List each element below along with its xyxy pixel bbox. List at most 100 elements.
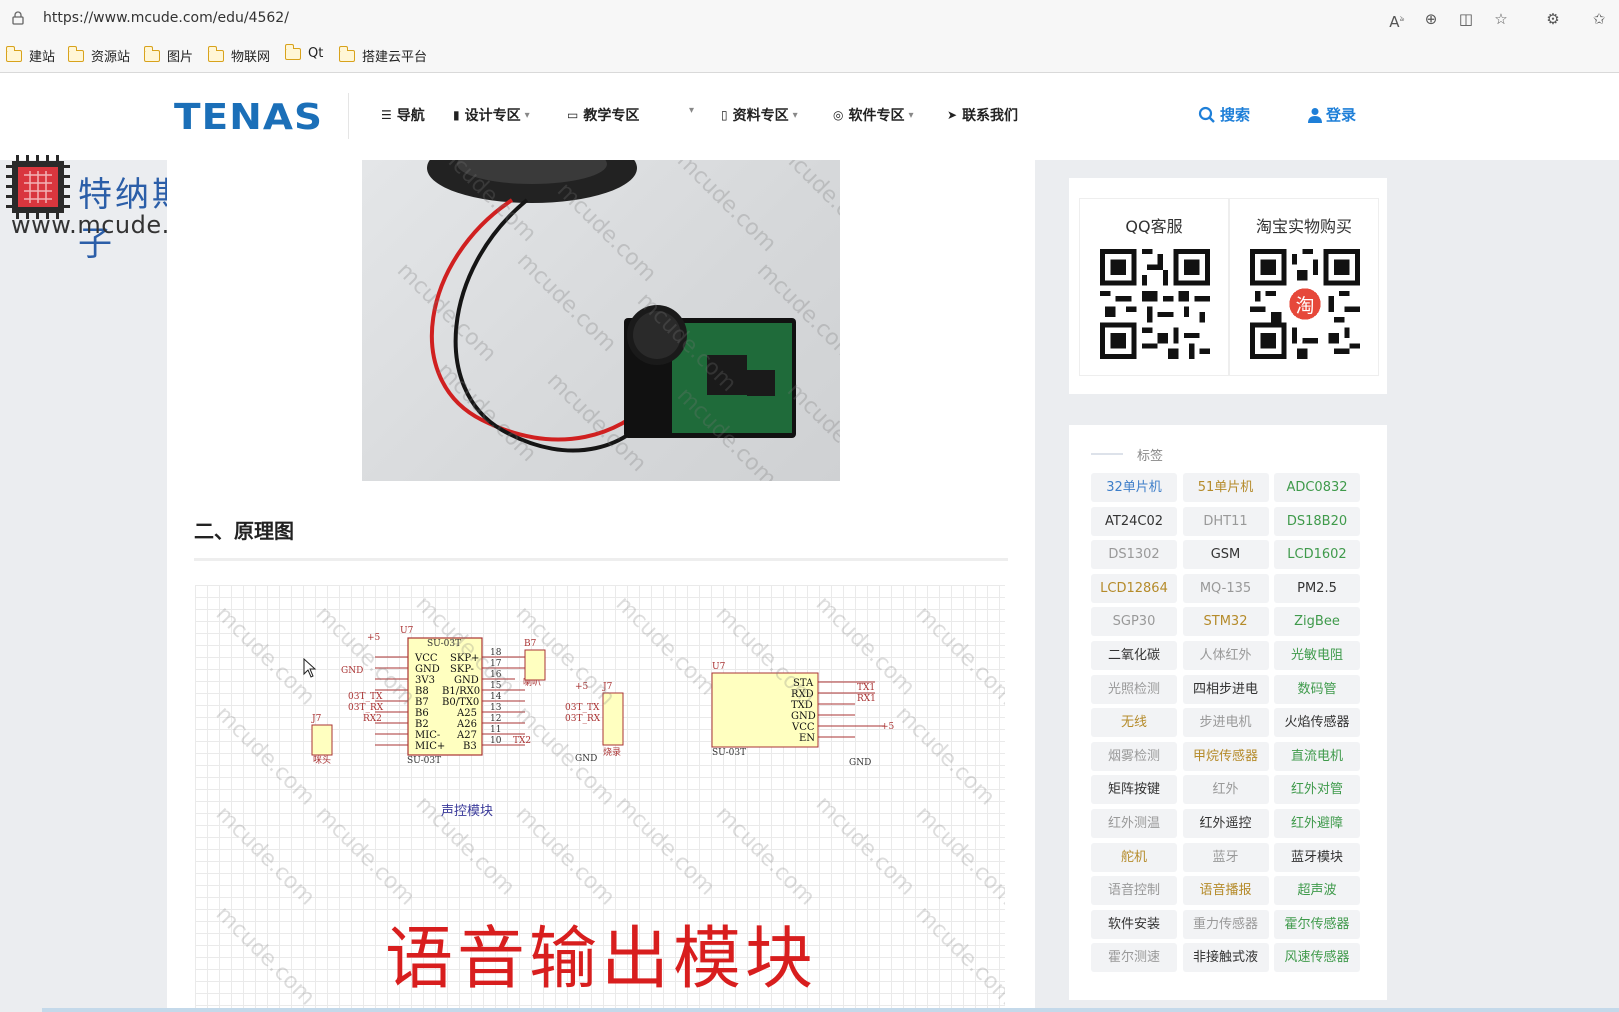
tag-item[interactable]: ZigBee — [1274, 607, 1360, 637]
extensions-icon[interactable]: ⚙ — [1544, 10, 1562, 28]
tag-item[interactable]: 矩阵按键 — [1091, 775, 1177, 805]
tag-item[interactable]: 红外避障 — [1274, 809, 1360, 838]
split-view-icon[interactable]: ◫ — [1457, 10, 1475, 28]
watermark: mcude.com — [211, 902, 320, 1011]
tag-item[interactable]: 人体红外 — [1182, 641, 1269, 670]
tag-item[interactable]: 蓝牙模块 — [1274, 842, 1360, 872]
taobao-badge: 淘 — [1296, 295, 1315, 317]
schematic-image: U7 SU-03T SU-03T VCC GND 3V3 B8 B7 B6 B2… — [195, 585, 1005, 1012]
net-label: +5 — [881, 722, 895, 732]
nav-divider — [348, 93, 349, 139]
send-icon: ➤ — [947, 108, 958, 122]
watermark: mcude.com — [891, 702, 1000, 811]
tag-item[interactable]: 32单片机 — [1091, 473, 1177, 502]
zoom-icon[interactable]: ⊕ — [1422, 10, 1440, 28]
favorite-add-icon[interactable]: ☆ — [1492, 10, 1510, 28]
qq-service-box[interactable]: QQ客服 — [1079, 198, 1229, 376]
tag-item[interactable]: 风速传感器 — [1274, 943, 1360, 973]
tag-item[interactable]: 光照检测 — [1091, 674, 1177, 704]
pin-right: A25 — [456, 708, 477, 719]
tag-item[interactable]: 红外对管 — [1274, 775, 1360, 805]
tag-item[interactable]: 步进电机 — [1182, 708, 1269, 738]
watermark: mcude.com — [211, 602, 320, 711]
read-aloud-icon[interactable]: A৯ — [1388, 10, 1406, 31]
tag-item[interactable]: 甲烷传感器 — [1182, 741, 1269, 771]
menu-item-nav[interactable]: ☰ 导航 — [381, 105, 425, 125]
pin-right: GND — [454, 675, 479, 686]
login-button[interactable]: 登录 — [1308, 104, 1356, 125]
pin-left: B2 — [415, 719, 429, 730]
tag-item[interactable]: 红外遥控 — [1182, 809, 1269, 838]
tag-item[interactable]: 51单片机 — [1182, 473, 1269, 502]
section-heading: 二、原理图 — [194, 519, 294, 543]
net-label: TX2 — [513, 736, 531, 746]
menu-item-software[interactable]: ◎ 软件专区 ▾ — [833, 105, 914, 125]
tag-item[interactable]: 语音播报 — [1182, 876, 1269, 906]
tag-item[interactable]: ADC0832 — [1274, 473, 1360, 502]
tag-item[interactable]: DS18B20 — [1274, 506, 1360, 536]
tag-item[interactable]: 四相步进电 — [1182, 674, 1269, 704]
heading-divider — [194, 558, 1008, 561]
tag-item[interactable]: 超声波 — [1274, 876, 1360, 906]
bookmark-item[interactable]: 图片 — [143, 45, 193, 65]
lock-icon[interactable] — [12, 11, 24, 25]
tag-item[interactable]: DS1302 — [1091, 540, 1177, 570]
tag-item[interactable]: 光敏电阻 — [1274, 641, 1360, 670]
bookmark-item[interactable]: 物联网 — [207, 45, 270, 65]
tag-item[interactable]: 重力传感器 — [1182, 909, 1269, 939]
tag-item[interactable]: 软件安装 — [1091, 909, 1177, 939]
tag-item[interactable]: 非接触式液 — [1182, 943, 1269, 973]
watermark: mcude.com — [311, 802, 420, 911]
taobao-box[interactable]: 淘宝实物购买 淘 — [1229, 198, 1379, 376]
tag-item[interactable]: GSM — [1182, 540, 1269, 570]
menu-item-teaching[interactable]: ▭ 教学专区 — [567, 105, 639, 125]
folder-icon — [67, 45, 84, 62]
tag-item[interactable]: STM32 — [1182, 607, 1269, 637]
menu-item-design[interactable]: ▮ 设计专区 ▾ — [453, 105, 530, 125]
tag-item[interactable]: SGP30 — [1091, 607, 1177, 637]
tag-item[interactable]: LCD1602 — [1274, 540, 1360, 570]
watermark: mcude.com — [611, 792, 720, 901]
tag-item[interactable]: 火焰传感器 — [1274, 708, 1360, 738]
tags-card: 标签 32单片机 51单片机 ADC0832 AT24C02 DHT11 DS18B20 D… — [1069, 425, 1387, 1000]
tag-item[interactable]: LCD12864 — [1091, 573, 1177, 603]
menu-item-teaching-caret[interactable]: ▾ — [685, 105, 694, 116]
site-logo[interactable]: TENAS — [174, 97, 323, 138]
tag-item[interactable]: MQ-135 — [1182, 573, 1269, 603]
net-label: 03T_RX — [348, 703, 384, 713]
watermark: mcude.com — [911, 602, 1005, 711]
tag-item[interactable]: 直流电机 — [1274, 741, 1360, 771]
tag-item[interactable]: 蓝牙 — [1182, 842, 1269, 872]
pin-right: A27 — [456, 730, 477, 741]
tag-item[interactable]: 红外测温 — [1091, 809, 1177, 838]
site-navbar: TENAS ☰ 导航 ▮ 设计专区 ▾ ▭ 教学专区 ▾ ▯ 资料专区 ▾ ◎ 软件专区 ▾ ➤… — [0, 73, 1619, 160]
menu-item-resources[interactable]: ▯ 资料专区 ▾ — [721, 105, 798, 125]
tag-item[interactable]: 霍尔传感器 — [1274, 909, 1360, 939]
bookmark-item[interactable]: 搭建云平台 — [338, 45, 427, 65]
bookmarks-bar: 建站 资源站 图片 物联网 Qt 搭建云平台 — [0, 38, 1619, 73]
tag-item[interactable]: 数码管 — [1274, 674, 1360, 704]
tag-item[interactable]: DHT11 — [1182, 506, 1269, 536]
pin-left: B7 — [415, 697, 429, 708]
search-button[interactable]: 搜索 — [1198, 104, 1250, 125]
tag-item[interactable]: 霍尔测速 — [1091, 943, 1177, 973]
tag-item[interactable]: 红外 — [1182, 775, 1269, 805]
qq-title: QQ客服 — [1125, 217, 1183, 236]
tag-item[interactable]: 舵机 — [1091, 842, 1177, 872]
tag-item[interactable]: 无线 — [1091, 708, 1177, 738]
bookmark-item[interactable]: 建站 — [5, 45, 55, 65]
tag-item[interactable]: PM2.5 — [1274, 573, 1360, 603]
bookmark-item[interactable]: 资源站 — [67, 45, 130, 65]
file-icon: ▯ — [721, 108, 728, 122]
tag-item[interactable]: 二氧化碳 — [1091, 641, 1177, 670]
taobao-qr-code: 淘 — [1250, 249, 1360, 359]
tags-title: 标签 — [1137, 449, 1164, 464]
chevron-down-icon: ▾ — [792, 109, 798, 121]
tag-item[interactable]: 烟雾检测 — [1091, 741, 1177, 771]
tag-item[interactable]: 语音控制 — [1091, 876, 1177, 906]
favorites-icon[interactable]: ✩ — [1590, 10, 1608, 28]
url-field[interactable]: https://www.mcude.com/edu/4562/ — [43, 10, 289, 26]
tag-item[interactable]: AT24C02 — [1091, 506, 1177, 536]
menu-item-contact[interactable]: ➤ 联系我们 — [947, 105, 1018, 125]
bookmark-item[interactable]: Qt — [284, 43, 323, 61]
